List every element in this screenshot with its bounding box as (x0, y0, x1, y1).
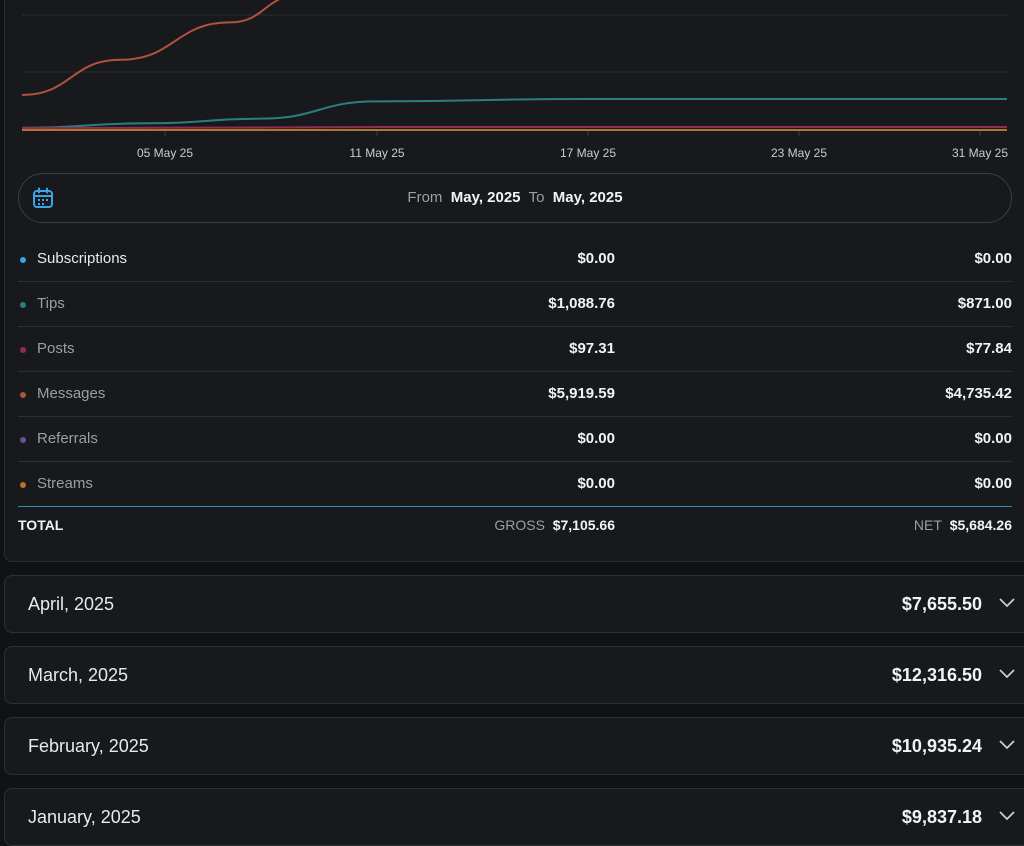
total-net: NET $5,684.26 (914, 517, 1012, 533)
series-line-messages (21, 0, 281, 96)
tips-dot (20, 302, 26, 308)
row-gross: $5,919.59 (548, 385, 615, 402)
chevron-down-icon[interactable] (999, 811, 1015, 821)
from-label: From (407, 189, 443, 206)
x-tick-label: 17 May 25 (560, 146, 616, 160)
streams-dot (20, 482, 26, 488)
total-gross: GROSS $7,105.66 (494, 517, 615, 533)
x-tick-label: 11 May 25 (349, 146, 404, 160)
row-gross: $0.00 (577, 475, 615, 492)
earnings-row-streams: Streams $0.00 $0.00 (18, 462, 1012, 507)
referrals-dot (20, 437, 26, 443)
gross-value: $7,105.66 (552, 517, 615, 533)
month-amount: $12,316.50 (891, 665, 982, 685)
row-gross: $97.31 (569, 340, 615, 357)
total-label: TOTAL (18, 517, 64, 533)
x-tick-label: 31 May 25 (952, 146, 1008, 160)
to-label: To (528, 189, 545, 206)
date-range-text: From May, 2025 To May, 2025 (19, 174, 1011, 222)
date-range-picker[interactable]: From May, 2025 To May, 2025 (18, 173, 1012, 223)
earnings-row-posts: Posts $97.31 $77.84 (18, 327, 1012, 372)
month-amount: $9,837.18 (901, 807, 982, 827)
from-value[interactable]: May, 2025 (451, 189, 521, 206)
x-tick-label: 23 May 25 (771, 146, 827, 160)
row-net: $0.00 (974, 430, 1012, 447)
gross-label: GROSS (494, 517, 545, 533)
month-label: March, 2025 (28, 665, 129, 685)
row-label: Posts (37, 340, 75, 357)
series-line-posts (21, 126, 1007, 129)
row-label: Messages (37, 385, 106, 402)
row-label: Subscriptions (37, 250, 128, 267)
month-accordion-january[interactable]: January, 2025 $9,837.18 (4, 788, 1024, 846)
month-amount: $10,935.24 (891, 736, 982, 756)
month-accordion-february[interactable]: February, 2025 $10,935.24 (4, 717, 1024, 775)
month-accordion-april[interactable]: April, 2025 $7,655.50 (4, 575, 1024, 633)
earnings-row-subscriptions: Subscriptions $0.00 $0.00 (18, 237, 1012, 282)
month-label: February, 2025 (28, 736, 149, 756)
row-net: $871.00 (957, 295, 1012, 312)
month-amount: $7,655.50 (901, 594, 982, 614)
earnings-chart: 05 May 25 11 May 25 17 May 25 23 May 25 31 M… (21, 0, 1008, 160)
messages-dot (20, 392, 26, 398)
row-net: $0.00 (974, 250, 1012, 267)
chevron-down-icon[interactable] (999, 740, 1015, 750)
subscriptions-dot (20, 257, 26, 263)
chevron-down-icon[interactable] (999, 669, 1015, 679)
to-value[interactable]: May, 2025 (553, 189, 623, 206)
earnings-row-tips: Tips $1,088.76 $871.00 (18, 282, 1012, 327)
chevron-down-icon[interactable] (999, 598, 1015, 608)
net-value: $5,684.26 (949, 517, 1012, 533)
earnings-row-messages: Messages $5,919.59 $4,735.42 (18, 372, 1012, 417)
row-net: $77.84 (966, 340, 1012, 357)
month-label: January, 2025 (28, 807, 141, 827)
row-net: $4,735.42 (945, 385, 1012, 402)
row-label: Streams (37, 475, 93, 492)
row-net: $0.00 (974, 475, 1012, 492)
series-line-tips (21, 97, 1007, 129)
net-label: NET (913, 517, 942, 533)
row-gross: $1,088.76 (548, 295, 615, 312)
x-tick-label: 05 May 25 (137, 146, 193, 160)
earnings-breakdown: Subscriptions $0.00 $0.00 Tips $1,088.76… (18, 237, 1012, 507)
posts-dot (20, 347, 26, 353)
earnings-row-referrals: Referrals $0.00 $0.00 (18, 417, 1012, 462)
month-label: April, 2025 (28, 594, 115, 614)
row-gross: $0.00 (577, 250, 615, 267)
row-gross: $0.00 (577, 430, 615, 447)
row-label: Tips (37, 295, 65, 312)
total-row: TOTAL GROSS $7,105.66 NET $5,684.26 (18, 515, 1012, 537)
month-accordion-march[interactable]: March, 2025 $12,316.50 (4, 646, 1024, 704)
row-label: Referrals (37, 430, 98, 447)
